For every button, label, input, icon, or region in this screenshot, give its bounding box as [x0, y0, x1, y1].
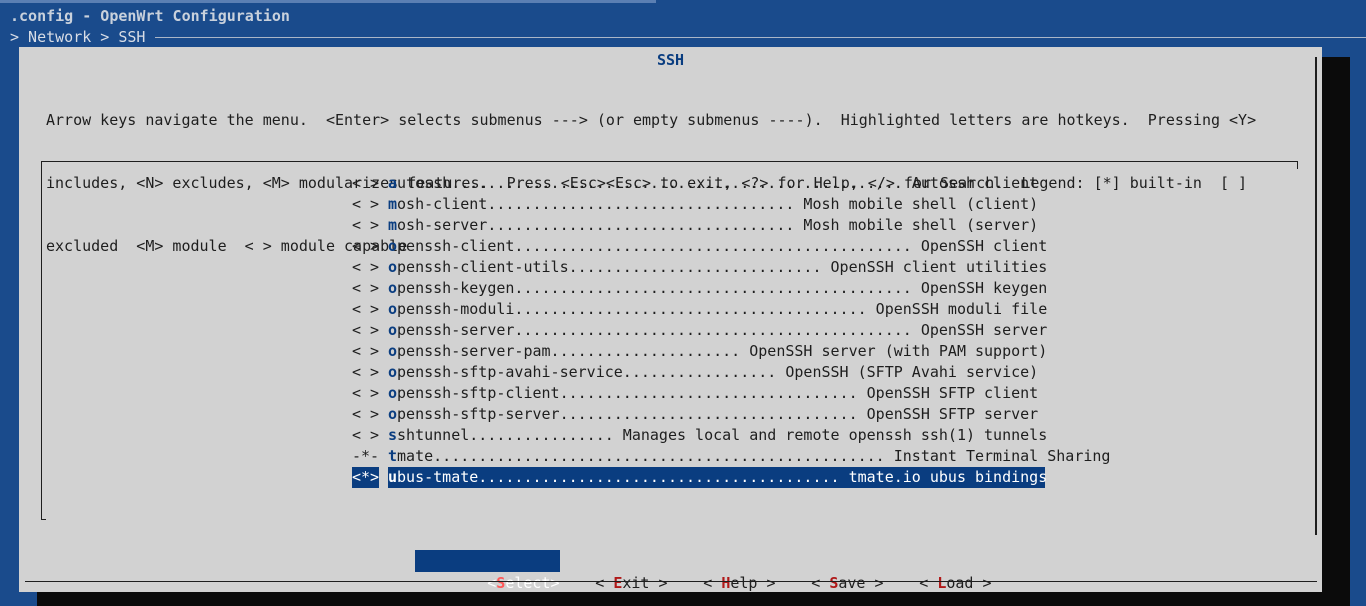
button-row: <Select> < Exit > < Help > < Save > < Lo… — [19, 550, 1322, 592]
menu-item[interactable]: < > openssh-moduli.......................… — [352, 299, 1048, 320]
item-hotkey: s — [388, 426, 398, 444]
listbox-foot — [41, 519, 46, 520]
item-label: shtunnel................ Manages local a… — [397, 426, 1048, 444]
item-label: osh-server..............................… — [397, 216, 1039, 234]
menu-item[interactable]: < > openssh-sftp-server..................… — [352, 404, 1045, 425]
dialog-edge-bottom — [25, 581, 1317, 582]
terminal-screen: .config - OpenWrt Configuration > Networ… — [0, 0, 1366, 606]
item-hotkey: m — [388, 216, 398, 234]
menu-item[interactable]: < > autossh..............................… — [352, 173, 1045, 194]
item-state[interactable]: < > — [352, 341, 388, 362]
item-label: bus-tmate...............................… — [397, 468, 1048, 486]
item-state[interactable]: <*> — [352, 467, 379, 488]
item-state[interactable]: < > — [352, 383, 388, 404]
item-hotkey: t — [388, 447, 398, 465]
menu-item[interactable]: < > openssh-server.......................… — [352, 320, 1048, 341]
item-hotkey: u — [388, 468, 398, 486]
item-state[interactable]: < > — [352, 173, 388, 194]
help-line: Arrow keys navigate the menu. <Enter> se… — [46, 111, 1257, 129]
item-hotkey: o — [388, 342, 398, 360]
item-label: penssh-keygen...........................… — [397, 279, 1048, 297]
item-hotkey: o — [388, 384, 398, 402]
item-hotkey: o — [388, 321, 398, 339]
item-state[interactable]: < > — [352, 215, 388, 236]
item-state[interactable]: -*- — [352, 446, 388, 467]
item-label: penssh-sftp-avahi-service...............… — [397, 363, 1039, 381]
item-state[interactable]: < > — [352, 236, 388, 257]
listbox-edge — [1297, 161, 1298, 169]
item-label: penssh-server...........................… — [397, 321, 1048, 339]
item-hotkey: o — [388, 363, 398, 381]
item-hotkey: o — [388, 279, 398, 297]
item-label: penssh-sftp-server......................… — [397, 405, 1039, 423]
menu-item[interactable]: < > openssh-sftp-avahi-service...........… — [352, 362, 1045, 383]
item-label: penssh-sftp-client......................… — [397, 384, 1039, 402]
menu-item[interactable]: < > openssh-client-utils.................… — [352, 257, 1048, 278]
menu-item[interactable]: < > openssh-client.......................… — [352, 236, 1048, 257]
item-state[interactable]: < > — [352, 425, 388, 446]
item-hotkey: o — [388, 237, 398, 255]
dialog-edge-right — [1315, 57, 1317, 535]
item-state[interactable]: < > — [352, 299, 388, 320]
item-state[interactable]: < > — [352, 194, 388, 215]
menu-item[interactable]: -*- tmate................................… — [352, 446, 1110, 467]
menu-item[interactable]: < > sshtunnel................ Manages loc… — [352, 425, 1048, 446]
item-label: utossh..................................… — [397, 174, 1039, 192]
item-state[interactable]: < > — [352, 362, 388, 383]
dialog-shadow-right — [1322, 57, 1350, 606]
load-button[interactable]: < Load > — [847, 550, 991, 592]
item-hotkey: m — [388, 195, 398, 213]
item-state[interactable]: < > — [352, 320, 388, 341]
menu-item[interactable]: < > mosh-client..........................… — [352, 194, 1045, 215]
menu-item[interactable]: < > mosh-server..........................… — [352, 215, 1045, 236]
item-label: mate....................................… — [397, 447, 1111, 465]
item-label: penssh-client-utils.....................… — [397, 258, 1048, 276]
window-title: .config - OpenWrt Configuration — [10, 7, 290, 25]
menu-item[interactable]: < > openssh-sftp-client..................… — [352, 383, 1045, 404]
menu-item[interactable]: <*> ubus-tmate...........................… — [352, 467, 1048, 488]
top-strip — [0, 0, 656, 3]
item-state[interactable]: < > — [352, 257, 388, 278]
item-state[interactable]: < > — [352, 278, 388, 299]
dialog-title: SSH — [656, 51, 685, 69]
item-label: osh-client..............................… — [397, 195, 1039, 213]
item-state[interactable]: < > — [352, 404, 388, 425]
menuconfig-dialog: SSH Arrow keys navigate the menu. <Enter… — [19, 47, 1322, 592]
item-label: penssh-moduli...........................… — [397, 300, 1048, 318]
breadcrumb-rule — [155, 37, 1366, 38]
item-hotkey: o — [388, 258, 398, 276]
menu-item[interactable]: < > openssh-keygen.......................… — [352, 278, 1048, 299]
menu-item[interactable]: < > openssh-server-pam...................… — [352, 341, 1048, 362]
item-label: penssh-client...........................… — [397, 237, 1048, 255]
item-hotkey: o — [388, 405, 398, 423]
item-label: penssh-server-pam..................... O… — [397, 342, 1048, 360]
item-hotkey: o — [388, 300, 398, 318]
item-hotkey: a — [388, 174, 398, 192]
